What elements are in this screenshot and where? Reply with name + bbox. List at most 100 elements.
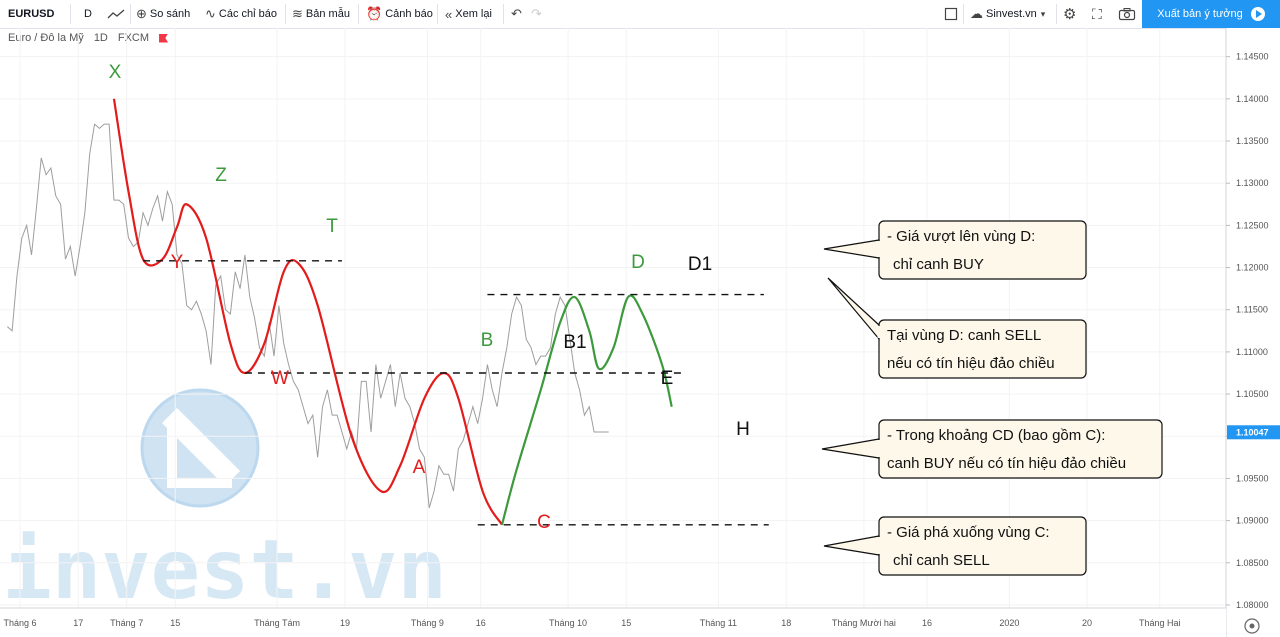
callout-pointer <box>821 438 880 459</box>
time-tick-label: 19 <box>340 618 350 628</box>
alert-label: Cảnh báo <box>385 8 433 20</box>
price-tick-label: 1.08000 <box>1236 600 1269 610</box>
price-tick-label: 1.09000 <box>1236 516 1269 526</box>
watermark-text: Sinvest.vn <box>0 523 447 618</box>
indicators-button[interactable]: ∿ Các chỉ báo <box>205 0 277 28</box>
top-toolbar: EURUSD D ⊕ So sánh ∿ Các chỉ báo ≋ Bản mẫu … <box>0 0 1280 29</box>
time-tick-label: Tháng 6 <box>3 618 36 628</box>
point-label-b: B <box>481 330 494 351</box>
templates-icon: ≋ <box>292 6 303 21</box>
camera-icon <box>1118 8 1136 21</box>
indicators-label: Các chỉ báo <box>218 8 277 20</box>
layout-button[interactable] <box>944 0 958 28</box>
site-label: Sinvest.vn <box>986 8 1037 20</box>
time-tick-label: Tháng Hai <box>1139 618 1181 628</box>
time-tick-label: 16 <box>476 618 486 628</box>
compare-button[interactable]: ⊕ So sánh <box>136 0 190 28</box>
templates-label: Bản mẫu <box>305 8 350 20</box>
callout-text: chỉ canh BUY <box>893 256 984 273</box>
price-tick-label: 1.13500 <box>1236 136 1269 146</box>
templates-button[interactable]: ≋ Bản mẫu <box>292 0 350 28</box>
indicators-icon: ∿ <box>205 6 216 21</box>
callout-pointer <box>823 239 880 259</box>
toolbar-divider <box>70 4 71 24</box>
fullscreen-button[interactable]: ⛶ <box>1092 0 1105 28</box>
publish-label: Xuất bản ý tưởng <box>1157 8 1243 20</box>
price-tick-label: 1.14000 <box>1236 94 1269 104</box>
time-tick-label: Tháng 9 <box>411 618 444 628</box>
price-chart[interactable]: Sinvest.vn X Y Z T W A B C D D1 B1 E H - Giá vượt lê… <box>0 28 1280 637</box>
interval-button[interactable]: D <box>84 0 92 28</box>
time-tick-label: 20 <box>1082 618 1092 628</box>
price-series <box>6 123 609 509</box>
sinvest-logo <box>140 388 260 508</box>
chart-style-button[interactable] <box>107 0 125 28</box>
time-axis-bg <box>0 608 1226 637</box>
last-price-label: 1.10047 <box>1236 427 1269 437</box>
callout-text: canh BUY nếu có tín hiệu đảo chiều <box>887 455 1126 472</box>
price-tick-label: 1.12500 <box>1236 220 1269 230</box>
toolbar-divider <box>1056 4 1057 24</box>
price-tick-label: 1.11500 <box>1236 305 1268 315</box>
point-label-a: A <box>413 457 426 478</box>
cloud-icon: ☁ <box>970 6 983 21</box>
toolbar-divider <box>130 4 131 24</box>
redo-button[interactable]: ↷ <box>531 0 545 28</box>
price-line <box>6 123 609 509</box>
point-label-h: H <box>736 419 750 440</box>
alarm-clock-icon: ⏰ <box>366 6 383 21</box>
snapshot-button[interactable] <box>1118 0 1136 28</box>
compare-label: So sánh <box>149 8 191 20</box>
replay-button[interactable]: «Xem lại <box>445 0 492 28</box>
chevron-down-icon: ▾ <box>1040 8 1046 19</box>
point-label-y: Y <box>171 252 184 273</box>
price-tick-label: 1.09500 <box>1236 473 1269 483</box>
time-tick-label: 17 <box>73 618 83 628</box>
toolbar-divider <box>963 4 964 24</box>
point-label-w: W <box>271 368 289 389</box>
gear-icon: ⚙ <box>1063 6 1077 23</box>
replay-label: Xem lại <box>455 8 492 20</box>
undo-icon: ↶ <box>511 6 522 21</box>
callout-text: Tại vùng D: canh SELL <box>887 327 1041 344</box>
time-tick-label: Tháng 10 <box>549 618 587 628</box>
toolbar-divider <box>503 4 504 24</box>
point-label-c: C <box>537 512 551 533</box>
point-label-z: Z <box>215 165 227 186</box>
square-icon <box>944 7 958 21</box>
callout-notes: - Giá vượt lên vùng D: chỉ canh BUY Tại vù… <box>821 220 1163 576</box>
price-axis-bg <box>1226 28 1280 637</box>
time-axis[interactable]: Tháng 6 17 Tháng 7 15 Tháng Tám 19 Tháng 9 16 Th… <box>0 607 1260 637</box>
callout-pointer <box>827 277 880 341</box>
time-tick-label: Tháng 7 <box>110 618 143 628</box>
price-tick-label: 1.08500 <box>1236 558 1269 568</box>
callout-box: - Giá vượt lên vùng D: chỉ canh BUY <box>823 220 1087 280</box>
price-tick-label: 1.13000 <box>1236 178 1269 188</box>
time-tick-label: 15 <box>621 618 631 628</box>
interval-label: D <box>84 8 92 20</box>
time-tick-label: 2020 <box>999 618 1019 628</box>
callout-pointer <box>823 535 880 556</box>
toolbar-divider <box>285 4 286 24</box>
plus-circle-icon: ⊕ <box>136 6 147 21</box>
symbol-button[interactable]: EURUSD <box>8 0 54 28</box>
alert-button[interactable]: ⏰ Cảnh báo <box>366 0 433 28</box>
price-axis[interactable]: 1.14500 1.14000 1.13500 1.13000 1.12500 1.120… <box>1225 28 1280 637</box>
settings-button[interactable]: ⚙ <box>1063 0 1079 28</box>
point-label-b1: B1 <box>563 332 586 353</box>
price-tick-label: 1.12000 <box>1236 263 1269 273</box>
redo-icon: ↷ <box>531 6 542 21</box>
rewind-icon: « <box>445 6 453 22</box>
point-label-x: X <box>109 62 122 83</box>
site-menu-button[interactable]: ☁ Sinvest.vn ▾ <box>970 0 1048 28</box>
price-tick-label: 1.14500 <box>1236 52 1269 62</box>
time-tick-label: 15 <box>170 618 180 628</box>
time-tick-label: Tháng 11 <box>700 618 737 628</box>
callout-box: Tại vùng D: canh SELL nếu có tín hiệu đảo… <box>827 277 1087 379</box>
undo-button[interactable]: ↶ <box>511 0 525 28</box>
callout-box: - Giá phá xuống vùng C: chỉ canh SELL <box>823 516 1087 576</box>
time-tick-label: Tháng Mười hai <box>832 618 896 628</box>
publish-idea-button[interactable]: Xuất bản ý tưởng <box>1142 0 1280 28</box>
time-tick-label: 18 <box>781 618 791 628</box>
toolbar-divider <box>437 4 438 24</box>
